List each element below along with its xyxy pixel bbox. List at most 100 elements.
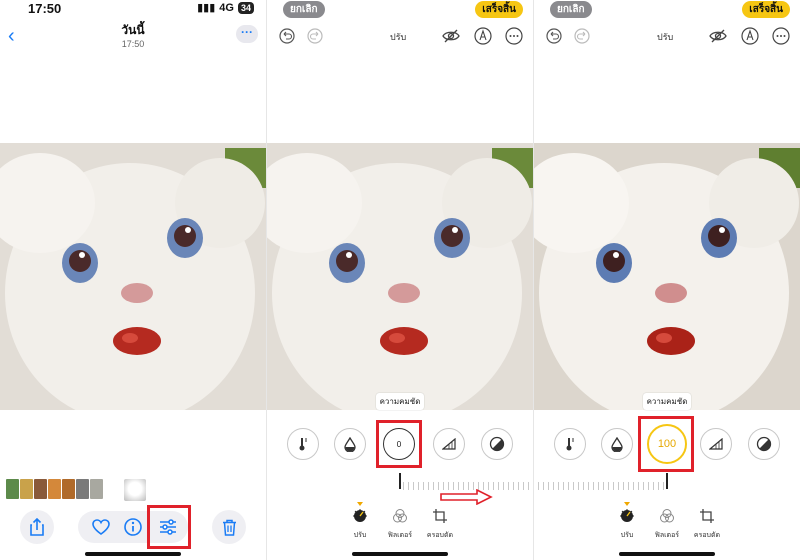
tool-definition[interactable] (700, 428, 732, 460)
slider-tick (603, 482, 604, 490)
share-button[interactable] (20, 510, 54, 544)
tab-crop-label: ครอบตัด (426, 532, 454, 539)
thumbnail-current[interactable] (124, 479, 146, 501)
status-time: 17:50 (28, 1, 62, 16)
slider-tick (628, 482, 629, 490)
markup-icon[interactable] (474, 27, 492, 45)
cancel-button[interactable]: ยกเลิก (283, 1, 325, 18)
drop-icon (344, 436, 356, 452)
favorite-button[interactable] (84, 510, 118, 544)
thumbnail-strip[interactable] (6, 479, 146, 501)
filters-icon (393, 509, 407, 523)
value-slider[interactable] (538, 479, 666, 491)
slider-tick (588, 482, 589, 490)
tool-vignette[interactable] (748, 428, 780, 460)
adjust-dial-icon (353, 509, 367, 522)
tab-adjust-label: ปรับ (353, 532, 367, 539)
cat-photo (0, 143, 266, 410)
undo-icon[interactable] (279, 28, 295, 44)
slider-tick (558, 482, 559, 490)
slider-tick (508, 482, 509, 490)
more-button[interactable]: ··· (236, 25, 258, 43)
highlight-box (147, 505, 191, 549)
slider-tick (623, 482, 624, 490)
crop-icon (700, 509, 714, 523)
slider-tick (638, 482, 639, 490)
more-icon[interactable] (772, 27, 790, 45)
trash-icon (222, 519, 236, 536)
slider-tick (578, 482, 579, 490)
tab-filters-label: ฟิลเตอร์ (654, 532, 680, 539)
slider-tick (513, 482, 514, 490)
thumbnail[interactable] (48, 479, 61, 499)
slider-tick (423, 482, 424, 490)
slider-tick (658, 482, 659, 490)
crop-icon (433, 509, 447, 523)
redo-icon[interactable] (307, 28, 323, 44)
edit-panel-before: ยกเลิก เสร็จสิ้น ปรับ ความคมชัด 0 ปรับ ฟ… (267, 0, 533, 560)
tool-saturation[interactable] (334, 428, 366, 460)
triangle-icon (709, 438, 723, 450)
mode-label: ปรับ (657, 32, 674, 42)
tab-crop-label: ครอบตัด (693, 532, 721, 539)
tool-vignette[interactable] (481, 428, 513, 460)
undo-icon[interactable] (546, 28, 562, 44)
parameter-label: ความคมชัด (267, 391, 533, 410)
share-icon (30, 518, 44, 536)
more-icon[interactable] (505, 27, 523, 45)
battery-badge: 34 (237, 1, 254, 14)
hide-icon[interactable] (709, 27, 727, 45)
slider-tick (593, 482, 594, 490)
slider-tick (653, 482, 654, 490)
cancel-button[interactable]: ยกเลิก (550, 1, 592, 18)
cat-photo-sharpened (534, 143, 800, 410)
slider-tick (518, 482, 519, 490)
tool-saturation[interactable] (601, 428, 633, 460)
markup-icon[interactable] (741, 27, 759, 45)
page-title: วันนี้ (121, 23, 145, 37)
info-button[interactable] (116, 510, 150, 544)
home-indicator (85, 552, 181, 556)
tool-warmth[interactable] (287, 428, 319, 460)
tab-filters[interactable]: ฟิลเตอร์ (383, 508, 417, 541)
slider-needle[interactable] (666, 473, 668, 489)
thumbnail[interactable] (90, 479, 103, 499)
done-button[interactable]: เสร็จสิ้น (742, 1, 790, 18)
done-button[interactable]: เสร็จสิ้น (475, 1, 523, 18)
thumbnail[interactable] (76, 479, 89, 499)
slider-tick (433, 482, 434, 490)
thumbnail[interactable] (34, 479, 47, 499)
redo-icon[interactable] (574, 28, 590, 44)
contrast-icon (756, 436, 772, 452)
home-indicator (619, 552, 715, 556)
thumbnail[interactable] (6, 479, 19, 499)
thumbnail[interactable] (20, 479, 33, 499)
filters-icon (660, 509, 674, 523)
active-tab-indicator (624, 502, 630, 506)
thumbnail[interactable] (62, 479, 75, 499)
slider-needle[interactable] (399, 473, 401, 489)
tab-crop[interactable]: ครอบตัด (690, 508, 724, 541)
triangle-icon (442, 438, 456, 450)
drop-icon (611, 436, 623, 452)
slider-tick (498, 482, 499, 490)
hide-icon[interactable] (442, 27, 460, 45)
slider-tick (613, 482, 614, 490)
tab-adjust[interactable]: ปรับ (610, 508, 644, 541)
tool-definition[interactable] (433, 428, 465, 460)
network-label: 4G (219, 1, 234, 14)
heart-icon (92, 519, 110, 535)
page-subtitle: 17:50 (121, 39, 145, 49)
slider-tick (643, 482, 644, 490)
slider-tick (618, 482, 619, 490)
tab-filters[interactable]: ฟิลเตอร์ (650, 508, 684, 541)
tool-warmth[interactable] (554, 428, 586, 460)
slider-tick (548, 482, 549, 490)
slider-tick (583, 482, 584, 490)
tab-adjust[interactable]: ปรับ (343, 508, 377, 541)
status-indicators: ▮▮▮ 4G 34 (197, 1, 254, 14)
delete-button[interactable] (212, 510, 246, 544)
highlight-box (376, 420, 422, 468)
tab-crop[interactable]: ครอบตัด (423, 508, 457, 541)
slider-tick (543, 482, 544, 490)
